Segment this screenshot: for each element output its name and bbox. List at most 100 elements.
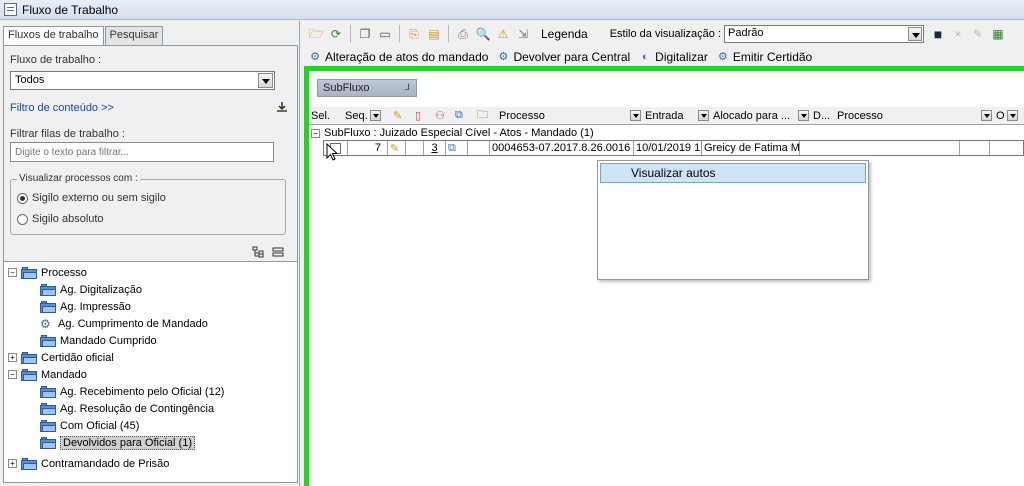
subflux-group-header[interactable]: SubFluxo ⅃: [317, 79, 417, 97]
sort-icon[interactable]: ⅃: [405, 82, 410, 93]
edit-icon[interactable]: ✎: [970, 26, 986, 42]
row-empty-cell: [468, 141, 490, 155]
radio-absolute[interactable]: Sigilo absoluto: [17, 213, 104, 225]
view-style-select[interactable]: Padrão: [724, 25, 924, 43]
print-preview-icon[interactable]: 🔍: [475, 26, 491, 42]
tree-node-ag-cumprimento[interactable]: ⚙ Ag. Cumprimento de Mandado: [40, 315, 208, 332]
table-row[interactable]: 7 ✎ 3 ⧉ 0004653-07.2017.8.26.0016 10/01/…: [323, 140, 1024, 156]
tree-collapse-icon[interactable]: [272, 246, 284, 258]
tree-node-ag-recebimento[interactable]: Ag. Recebimento pelo Oficial (12): [40, 383, 224, 400]
tree-node-mandado[interactable]: − Mandado: [8, 366, 87, 383]
tab-fluxos[interactable]: Fluxos de trabalho: [3, 26, 104, 46]
radio-external[interactable]: Sigilo externo ou sem sigilo: [17, 192, 166, 204]
collapse-icon[interactable]: −: [8, 370, 17, 379]
col-processo-2[interactable]: Processo: [837, 110, 992, 122]
radio-selected-icon[interactable]: [17, 192, 28, 204]
left-tabs: Fluxos de trabalho Pesquisar: [3, 26, 164, 46]
gears-icon: ⚙: [717, 51, 728, 63]
flow-select[interactable]: Todos: [10, 71, 275, 90]
tree-node-processo[interactable]: − Processo: [8, 264, 87, 281]
grid-group-row[interactable]: − SubFluxo : Juizado Especial Cível - At…: [309, 126, 1024, 140]
col-sel[interactable]: Sel.: [311, 110, 341, 122]
col-folder-icon[interactable]: 🗀: [477, 106, 495, 125]
gears-icon: ⚙: [498, 51, 509, 63]
folder-stack-icon: [21, 351, 37, 364]
col-seq[interactable]: Seq.: [345, 110, 389, 122]
action-emitir-certidao[interactable]: ⚙ Emitir Certidão: [716, 50, 812, 64]
tree-node-ag-impressao[interactable]: Ag. Impressão: [40, 298, 131, 315]
folder-icon: [40, 436, 56, 449]
download-icon[interactable]: [276, 101, 288, 113]
lock-icon[interactable]: ⚠: [495, 26, 511, 42]
close-icon[interactable]: ×: [950, 26, 966, 42]
tree-label: Com Oficial (45): [60, 419, 140, 432]
chevron-down-icon[interactable]: [369, 110, 381, 121]
cascade-icon[interactable]: ❐: [357, 26, 373, 42]
export-icon[interactable]: ⇲: [515, 26, 531, 42]
row-entrada: 10/01/2019 1: [636, 141, 702, 155]
context-menu: Visualizar autos: [597, 160, 869, 280]
col-entrada[interactable]: Entrada: [645, 110, 709, 122]
col-alocado[interactable]: Alocado para ...: [713, 110, 809, 122]
chevron-down-icon[interactable]: [1006, 110, 1018, 121]
expand-icon[interactable]: +: [8, 459, 17, 468]
tab-pesquisar[interactable]: Pesquisar: [104, 26, 164, 45]
action-toolbar: ⚙ Alteração de atos do mandado ⚙ Devolve…: [302, 47, 1024, 67]
tree-node-contramandado[interactable]: + Contramandado de Prisão: [8, 455, 169, 472]
col-doc-icon[interactable]: ▯: [415, 109, 431, 122]
expand-icon[interactable]: +: [8, 353, 17, 362]
action-devolver[interactable]: ⚙ Devolver para Central: [496, 50, 631, 64]
folder-icon: [40, 300, 56, 313]
chevron-down-icon[interactable]: [798, 110, 809, 121]
chevron-down-icon[interactable]: [698, 110, 709, 121]
main-toolbar: 🗁 ⟳ ❐ ▭ ⎘ ▤ ⎙ 🔍 ⚠ ⇲ Legenda Estilo da vi…: [302, 21, 1024, 47]
chevron-down-icon[interactable]: [630, 110, 641, 121]
files-icon[interactable]: ⧉: [446, 141, 468, 155]
action-label: Alteração de atos do mandado: [325, 50, 489, 64]
action-label: Digitalizar: [655, 50, 708, 64]
col-note-icon[interactable]: ✎: [393, 109, 411, 122]
flow-select-value: Todos: [15, 74, 45, 86]
col-people-icon[interactable]: ⚇: [435, 109, 451, 122]
gears-icon: ⚙: [40, 316, 51, 331]
tree-label: Ag. Resolução de Contingência: [60, 402, 215, 415]
legend-button[interactable]: Legenda: [541, 27, 588, 41]
tree-node-devolvidos[interactable]: Devolvidos para Oficial (1): [40, 434, 195, 451]
col-processo[interactable]: Processo: [499, 110, 641, 122]
filter-input[interactable]: [10, 142, 274, 162]
tree-node-ag-resolucao[interactable]: Ag. Resolução de Contingência: [40, 400, 214, 417]
radio-unselected-icon[interactable]: [17, 213, 28, 225]
tree-expand-icon[interactable]: [252, 246, 264, 258]
col-files-icon[interactable]: ⧉: [455, 109, 473, 122]
tree-node-certidao[interactable]: + Certidão oficial: [8, 349, 114, 366]
chevron-down-icon[interactable]: [908, 27, 922, 41]
content-filter-link[interactable]: Filtro de conteúdo >>: [10, 102, 114, 114]
collapse-icon[interactable]: −: [311, 128, 320, 138]
collapse-icon[interactable]: −: [8, 268, 17, 277]
col-d[interactable]: D...: [813, 110, 833, 122]
chevron-down-icon[interactable]: [981, 110, 992, 121]
refresh-icon[interactable]: ⟳: [328, 26, 344, 42]
workflow-tree: − Processo Ag. Digitalização Ag. Impress…: [3, 261, 298, 483]
paste-icon[interactable]: ▤: [426, 26, 442, 42]
tile-icon[interactable]: ▭: [377, 26, 393, 42]
print-icon[interactable]: ⎙: [455, 26, 471, 42]
note-icon[interactable]: ✎: [388, 141, 406, 155]
row-empty-cell: [800, 141, 960, 155]
action-alteracao[interactable]: ⚙ Alteração de atos do mandado: [308, 50, 488, 64]
tree-node-ag-digitalizacao[interactable]: Ag. Digitalização: [40, 281, 142, 298]
row-empty-cell: [406, 141, 424, 155]
mouse-pointer-icon: [326, 143, 339, 161]
tree-node-mandado-cumprido[interactable]: Mandado Cumprido: [40, 332, 157, 349]
col-o[interactable]: O: [996, 110, 1020, 122]
tree-node-com-oficial[interactable]: Com Oficial (45): [40, 417, 139, 434]
menu-item-visualizar-autos[interactable]: Visualizar autos: [600, 163, 866, 183]
action-digitalizar[interactable]: ◐ Digitalizar: [638, 50, 708, 64]
row-docs-count[interactable]: 3: [424, 141, 446, 155]
open-folder-icon[interactable]: 🗁: [308, 26, 324, 42]
chevron-down-icon[interactable]: [258, 73, 273, 88]
spreadsheet-icon[interactable]: ▦: [990, 26, 1006, 42]
save-icon[interactable]: ■: [930, 26, 946, 42]
copy-icon[interactable]: ⎘: [406, 26, 422, 42]
col-processo-label: Processo: [499, 109, 545, 122]
